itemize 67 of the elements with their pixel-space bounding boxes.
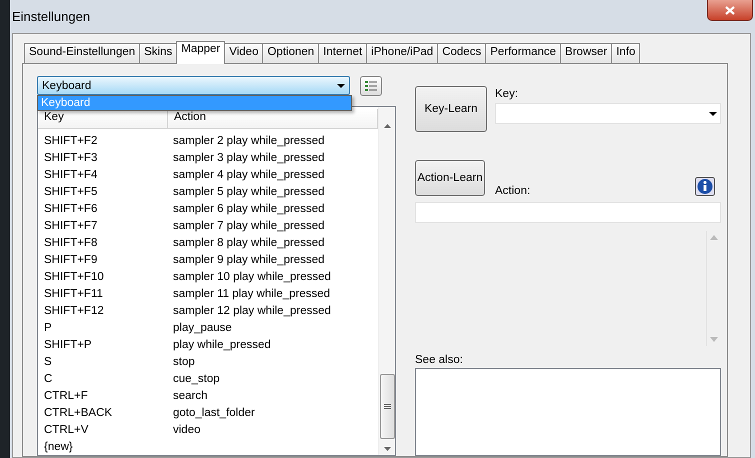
action-cell-text: sampler 12 play while_pressed bbox=[172, 304, 332, 316]
tab[interactable]: Video bbox=[224, 43, 264, 63]
tab[interactable]: Info bbox=[611, 43, 640, 63]
tab[interactable]: Optionen bbox=[262, 43, 320, 63]
key-cell: P bbox=[44, 322, 52, 334]
action-field[interactable] bbox=[415, 202, 721, 223]
device-dropdown[interactable]: Keyboard bbox=[37, 76, 350, 95]
key-cell: SHIFT+F5 bbox=[44, 186, 98, 198]
action-cell-text: video bbox=[172, 424, 202, 436]
action-learn-button[interactable]: Action-Learn bbox=[415, 160, 485, 196]
action-cell-text: sampler 8 play while_pressed bbox=[172, 236, 326, 248]
action-cell-text: sampler 9 play while_pressed bbox=[172, 254, 326, 266]
action-cell-text: cue_stop bbox=[172, 372, 221, 384]
close-icon bbox=[725, 6, 735, 14]
tab[interactable]: Codecs bbox=[437, 43, 486, 63]
list-icon bbox=[364, 80, 378, 91]
key-cell: SHIFT+F3 bbox=[44, 152, 98, 164]
window-title: Einstellungen bbox=[12, 9, 90, 24]
see-also-label: See also: bbox=[415, 354, 464, 366]
key-cell: SHIFT+F12 bbox=[44, 304, 104, 316]
tab[interactable]: Browser bbox=[560, 43, 612, 63]
action-cell-text: sampler 7 play while_pressed bbox=[172, 220, 326, 232]
key-cell: SHIFT+F8 bbox=[44, 236, 98, 248]
list-view-button[interactable] bbox=[360, 76, 382, 96]
action-cell-text: sampler 2 play while_pressed bbox=[172, 134, 326, 146]
action-cell-text: goto_last_folder bbox=[172, 406, 256, 418]
key-cell: SHIFT+F11 bbox=[44, 288, 103, 300]
info-icon[interactable] bbox=[695, 177, 715, 196]
key-cell: CTRL+BACK bbox=[44, 406, 112, 418]
action-cell-text: sampler 6 play while_pressed bbox=[172, 202, 326, 214]
key-label: Key: bbox=[495, 88, 520, 102]
scroll-thumb[interactable] bbox=[380, 374, 394, 439]
tab[interactable]: iPhone/iPad bbox=[366, 43, 438, 63]
tab[interactable]: Mapper bbox=[176, 41, 226, 64]
key-cell: {new} bbox=[44, 440, 73, 452]
action-cell-text: stop bbox=[172, 356, 196, 368]
key-cell: S bbox=[44, 356, 52, 368]
key-cell: CTRL+V bbox=[44, 424, 88, 436]
key-cell: SHIFT+F6 bbox=[44, 202, 98, 214]
grip-icon bbox=[384, 404, 390, 410]
key-cell: SHIFT+P bbox=[44, 338, 92, 350]
tab[interactable]: Skins bbox=[139, 43, 178, 63]
action-cell-text: play_pause bbox=[172, 322, 233, 334]
action-cell-text: sampler 4 play while_pressed bbox=[172, 168, 326, 180]
tab[interactable]: Performance bbox=[485, 43, 562, 63]
tab[interactable]: Sound-Einstellungen bbox=[24, 43, 140, 63]
tab[interactable]: Internet bbox=[318, 43, 368, 63]
key-cell: CTRL+F bbox=[44, 390, 88, 402]
key-cell: SHIFT+F2 bbox=[44, 134, 98, 146]
key-cell: SHIFT+F7 bbox=[44, 220, 98, 232]
dropdown-arrow-icon bbox=[337, 84, 345, 88]
action-cell-text: sampler 3 play while_pressed bbox=[172, 152, 326, 164]
action-cell-text: play while_pressed bbox=[172, 338, 272, 350]
action-cell-text: sampler 5 play while_pressed bbox=[172, 186, 326, 198]
scrollbar[interactable] bbox=[378, 107, 395, 455]
key-cell: SHIFT+F4 bbox=[44, 168, 98, 180]
key-cell: SHIFT+F9 bbox=[44, 254, 98, 266]
key-cell: C bbox=[44, 372, 52, 384]
key-learn-button[interactable]: Key-Learn bbox=[415, 86, 487, 132]
dropdown-arrow-icon bbox=[709, 112, 717, 116]
action-cell-text: search bbox=[172, 390, 209, 402]
column-header[interactable]: Key bbox=[38, 109, 168, 128]
action-cell-text: sampler 11 play while_pressed bbox=[172, 288, 332, 300]
close-button[interactable] bbox=[707, 0, 753, 21]
action-label: Action: bbox=[495, 185, 532, 197]
key-cell: SHIFT+F10 bbox=[44, 270, 104, 282]
action-cell-text: sampler 10 play while_pressed bbox=[172, 270, 332, 282]
